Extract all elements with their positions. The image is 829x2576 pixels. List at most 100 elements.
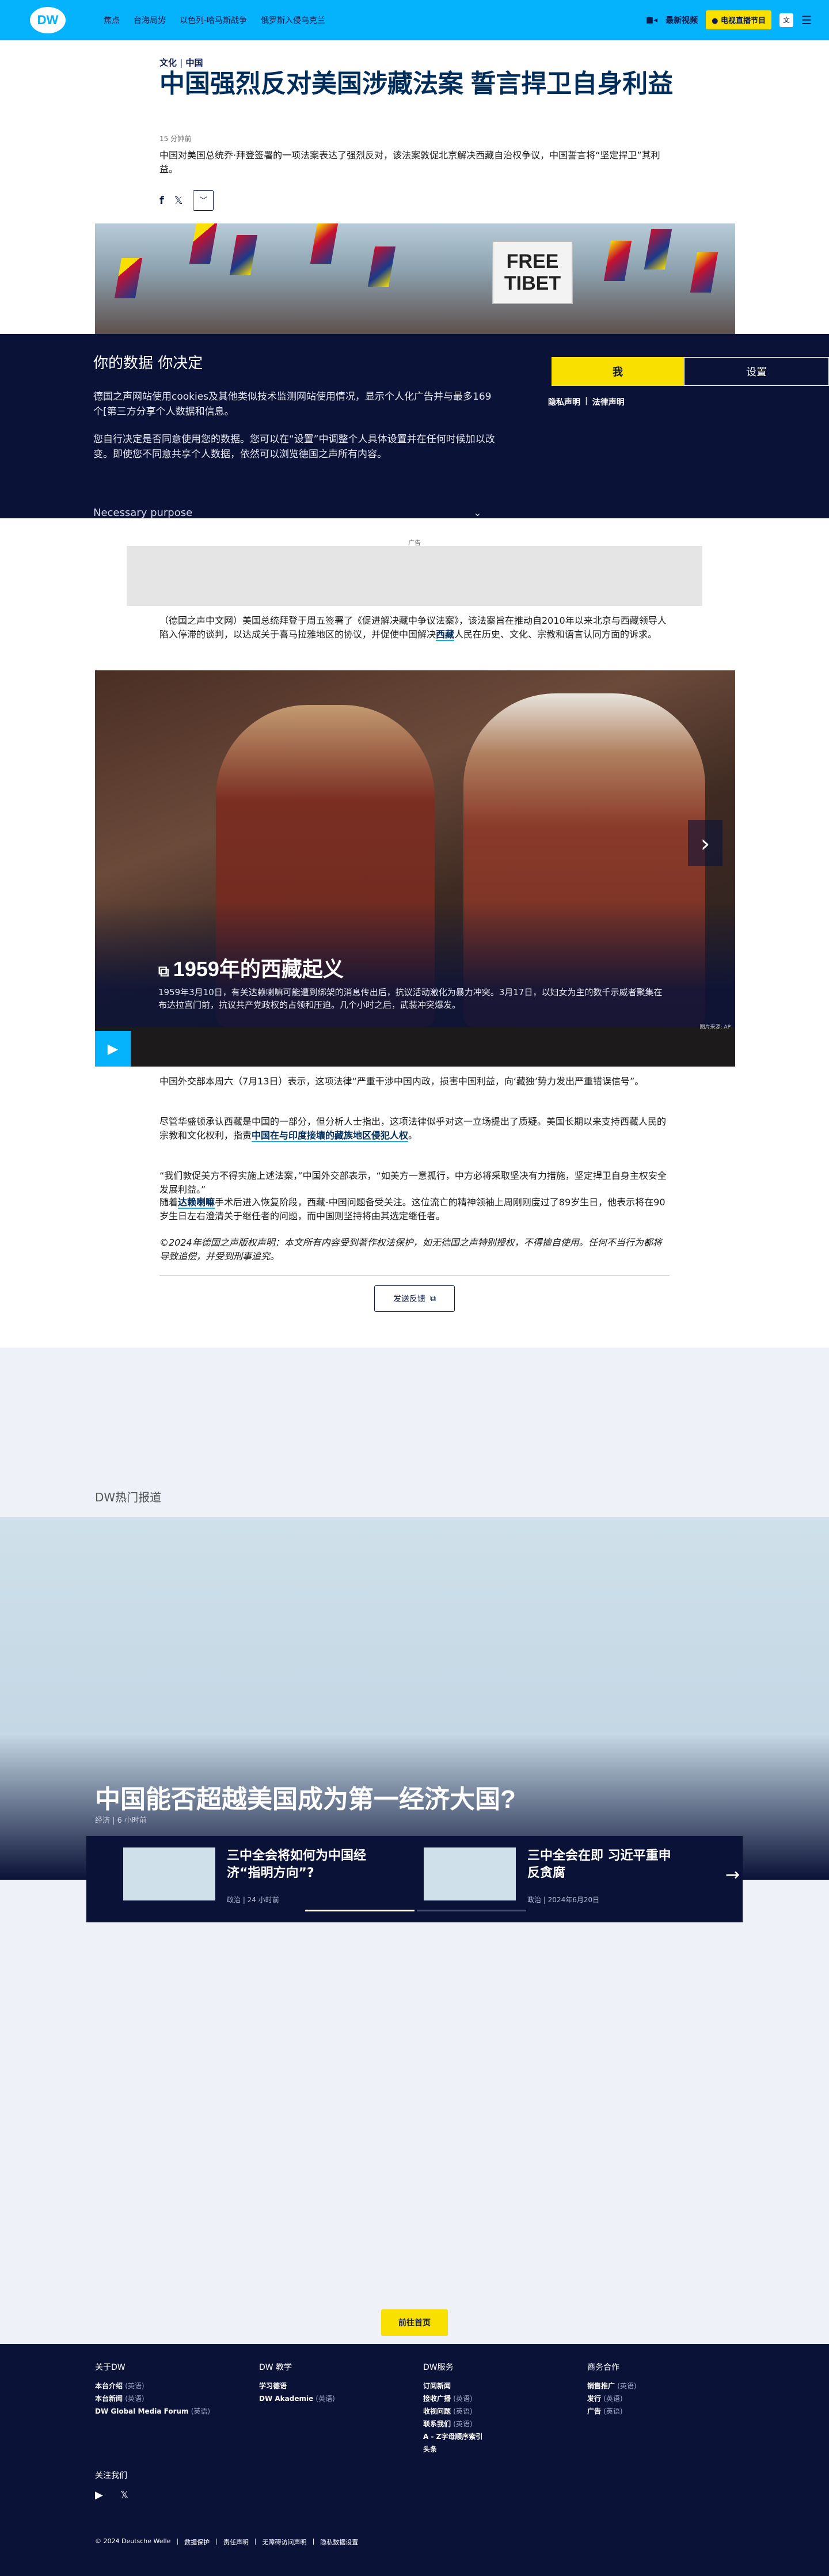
social-links: ▶ 𝕏 bbox=[95, 2489, 128, 2501]
disclaimer-link[interactable]: 责任声明 bbox=[223, 2537, 249, 2547]
footer-link-lang: (英语) bbox=[603, 2407, 623, 2415]
footer-col-services: DW服务 订阅新闻 接收广播 (英语) 收视问题 (英语) 联系我们 (英语) … bbox=[423, 2361, 561, 2456]
related-card[interactable]: 三中全会在即 习近平重申反贪腐 政治 | 2024年6月20日 bbox=[424, 1847, 671, 1905]
privacy-settings-link[interactable]: 隐私数据设置 bbox=[320, 2537, 358, 2547]
x-icon[interactable]: 𝕏 bbox=[174, 195, 183, 207]
footer-link-lang: (英语) bbox=[191, 2407, 211, 2415]
follow-us-label: 关注我们 bbox=[95, 2471, 127, 2480]
card-meta: 政治 | 24 小时前 bbox=[227, 1896, 279, 1904]
footer-link-label: 本台新闻 bbox=[95, 2395, 123, 2403]
necessary-purpose-label: Necessary purpose bbox=[93, 507, 193, 519]
footer-link[interactable]: DW Global Media Forum (英语) bbox=[95, 2405, 233, 2418]
related-title[interactable]: 中国能否超越美国成为第一经济大国? bbox=[95, 1778, 516, 1815]
human-rights-link[interactable]: 中国在与印度接壤的藏族地区侵犯人权 bbox=[252, 1130, 409, 1142]
nav-item-taiwan[interactable]: 台海局势 bbox=[134, 14, 166, 26]
cookie-accept-button[interactable]: 我 bbox=[552, 357, 684, 386]
footer-link[interactable]: 学习德语 bbox=[259, 2380, 397, 2392]
footer-link[interactable]: 发行 (英语) bbox=[587, 2392, 725, 2405]
related-hero-image[interactable] bbox=[0, 1517, 829, 1880]
footer-link-lang: (英语) bbox=[453, 2407, 473, 2415]
image-gallery: ⧉ 1959年的西藏起义 1959年3月10日，有关达赖喇嘛可能遭到绑架的消息传… bbox=[95, 670, 735, 1067]
chevron-right-icon[interactable]: › bbox=[688, 820, 722, 866]
footer-link-lang: (英语) bbox=[603, 2395, 623, 2403]
gallery-caption: 1959年3月10日，有关达赖喇嘛可能遭到绑架的消息传出后，抗议活动激化为暴力冲… bbox=[158, 987, 663, 1010]
gallery-icon: ⧉ bbox=[158, 962, 173, 980]
tv-live-button[interactable]: ● 电视直播节目 bbox=[706, 10, 772, 29]
footer-link-label: DW Akademie bbox=[259, 2395, 314, 2403]
footer-link[interactable]: 收视问题 (英语) bbox=[423, 2405, 561, 2418]
nav-item-israel-hamas[interactable]: 以色列-哈马斯战争 bbox=[180, 14, 247, 26]
card-title: 三中全会将如何为中国经济“指明方向”? bbox=[227, 1849, 367, 1880]
footer-link[interactable]: 订阅新闻 bbox=[423, 2380, 561, 2392]
chevron-down-icon[interactable]: ﹀ bbox=[193, 190, 214, 211]
article-paragraph: 尽管华盛顿承认西藏是中国的一部分，但分析人士指出，这项法律似乎对这一立场提出了质… bbox=[159, 1115, 670, 1143]
card-thumbnail bbox=[424, 1847, 516, 1900]
footer-link[interactable]: 本台新闻 (英语) bbox=[95, 2392, 233, 2405]
gallery-title: ⧉ 1959年的西藏起义 bbox=[158, 953, 344, 982]
footer-link-label: 广告 bbox=[587, 2407, 602, 2415]
nav-item-focus[interactable]: 焦点 bbox=[104, 14, 120, 26]
site-header: DW 焦点 台海局势 以色列-哈马斯战争 俄罗斯入侵乌克兰 ■◂ 最新视频 ● … bbox=[0, 0, 829, 40]
footer-link-label: A - Z字母顺序索引 bbox=[423, 2433, 483, 2441]
feedback-label: 发送反馈 bbox=[393, 1295, 425, 1304]
card-thumbnail bbox=[123, 1847, 215, 1900]
footer-link[interactable]: 本台介绍 (英语) bbox=[95, 2380, 233, 2392]
free-tibet-sign: FREE TIBET bbox=[492, 241, 573, 304]
privacy-link[interactable]: 隐私声明 bbox=[548, 396, 580, 408]
dalai-lama-link[interactable]: 达赖喇嘛 bbox=[178, 1197, 215, 1209]
footer-link-lang: (英语) bbox=[453, 2420, 473, 2428]
related-card[interactable]: 三中全会将如何为中国经济“指明方向”? 政治 | 24 小时前 bbox=[123, 1847, 366, 1905]
article-kicker: 文化 | 中国 bbox=[159, 56, 670, 69]
copyright-disclaimer: ©2024年德国之声版权声明：本文所有内容受到著作权法保护，如无德国之声特别授权… bbox=[159, 1237, 662, 1262]
youtube-icon[interactable]: ▶ bbox=[95, 2489, 103, 2501]
kicker-separator: | bbox=[180, 58, 183, 68]
language-icon[interactable]: 文 bbox=[779, 13, 794, 27]
footer-link[interactable]: 广告 (英语) bbox=[587, 2405, 725, 2418]
copyright-text: © 2024 Deutsche Welle bbox=[95, 2537, 171, 2545]
cookie-text-2: 您自行决定是否同意使用您的数据。您可以在“设置”中调整个人具体设置并在任何时候加… bbox=[93, 434, 495, 460]
footer-link-lang: (英语) bbox=[453, 2395, 473, 2403]
video-icon: ■◂ bbox=[645, 15, 658, 25]
para-text: 手术后进入恢复阶段，西藏-中国问题备受关注。这位流亡的精神领袖上周刚刚度过了89… bbox=[159, 1197, 666, 1221]
legal-link[interactable]: 法律声明 bbox=[592, 396, 625, 408]
carousel-indicator[interactable] bbox=[417, 1910, 526, 1911]
x-icon[interactable]: 𝕏 bbox=[120, 2489, 129, 2501]
para-text: 人民在历史、文化、宗教和语言认同方面的诉求。 bbox=[454, 629, 657, 640]
necessary-purpose-toggle[interactable]: Necessary purpose ⌄ bbox=[93, 507, 482, 519]
share-bar: f 𝕏 ﹀ bbox=[159, 190, 670, 211]
footer-link[interactable]: 联系我们 (英语) bbox=[423, 2418, 561, 2430]
region-link[interactable]: 中国 bbox=[186, 58, 203, 68]
arrow-right-icon[interactable]: → bbox=[725, 1865, 740, 1885]
page-title: 中国强烈反对美国涉藏法案 誓言捍卫自身利益 bbox=[159, 70, 674, 98]
footer-legal: © 2024 Deutsche Welle | 数据保护 | 责任声明 | 无障碍访问… bbox=[95, 2537, 359, 2547]
footer-link[interactable]: 接收广播 (英语) bbox=[423, 2392, 561, 2405]
article-lead: 中国对美国总统乔·拜登签署的一项法案表达了强烈反对，该法案敦促北京解决西藏自治权… bbox=[159, 150, 660, 174]
footer-col-business: 商务合作 销售推广 (英语) 发行 (英语) 广告 (英语) bbox=[587, 2361, 725, 2418]
footer-link[interactable]: DW Akademie (英语) bbox=[259, 2392, 397, 2405]
tibet-link[interactable]: 西藏 bbox=[436, 629, 455, 641]
footer-link[interactable]: 头条 bbox=[423, 2443, 561, 2456]
related-carousel: 三中全会将如何为中国经济“指明方向”? 政治 | 24 小时前 三中全会在即 习… bbox=[86, 1836, 743, 1922]
footer-link-label: 本台介绍 bbox=[95, 2382, 123, 2390]
footer-link[interactable]: A - Z字母顺序索引 bbox=[423, 2430, 561, 2443]
cookie-settings-button[interactable]: 设置 bbox=[684, 357, 829, 386]
home-button[interactable]: 前往首页 bbox=[381, 2309, 448, 2336]
menu-icon[interactable]: ☰ bbox=[801, 13, 812, 27]
ad-slot[interactable] bbox=[127, 546, 702, 606]
category-link[interactable]: 文化 bbox=[159, 58, 177, 68]
data-protection-link[interactable]: 数据保护 bbox=[184, 2537, 210, 2547]
header-right: ■◂ 最新视频 ● 电视直播节目 文 ☰ bbox=[646, 10, 812, 29]
gallery-credit: 图片来源: AP bbox=[699, 1025, 731, 1030]
cookie-banner: 你的数据 你决定 德国之声网站使用cookies及其他类似技术监测网站使用情况，… bbox=[0, 334, 829, 519]
footer-link-label: 头条 bbox=[423, 2445, 438, 2453]
nav-item-ukraine[interactable]: 俄罗斯入侵乌克兰 bbox=[261, 14, 325, 26]
accessibility-link[interactable]: 无障碍访问声明 bbox=[263, 2537, 307, 2547]
carousel-indicator-active[interactable] bbox=[305, 1910, 414, 1911]
footer-link[interactable]: 销售推广 (英语) bbox=[587, 2380, 725, 2392]
facebook-icon[interactable]: f bbox=[159, 195, 164, 207]
play-icon[interactable]: ▶ bbox=[95, 1031, 131, 1067]
latest-video-link[interactable]: 最新视频 bbox=[666, 14, 698, 26]
dw-logo[interactable]: DW bbox=[30, 7, 66, 33]
feedback-button[interactable]: 发送反馈 ⧉ bbox=[374, 1285, 455, 1312]
footer-heading: DW 教学 bbox=[259, 2363, 292, 2372]
